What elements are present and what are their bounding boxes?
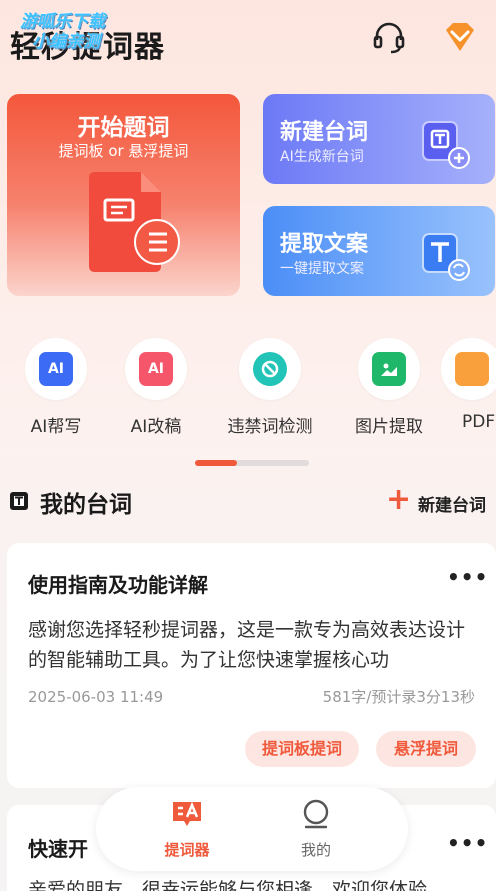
extract-card-subtitle: 一键提取文案 (280, 261, 364, 277)
script-preview: 亲爱的朋友，很幸运能够与您相逢，欢迎您体验 (28, 879, 428, 891)
script-word-count: 581字/预计录3分13秒 (322, 688, 475, 706)
tool-label: PDF (462, 412, 496, 432)
script-date: 2025-06-03 11:49 (28, 688, 164, 706)
tool-forbidden-word-check[interactable]: 违禁词检测 (215, 338, 325, 437)
new-script-card-subtitle: AI生成新台词 (280, 149, 364, 165)
diamond-icon[interactable] (440, 20, 480, 54)
forbidden-word-check-icon (253, 352, 287, 386)
text-extract-icon (422, 233, 470, 281)
nav-prompter[interactable]: 提词器 (142, 799, 232, 860)
extract-copy-card[interactable]: 提取文案 一键提取文案 (263, 206, 495, 296)
tool-label: AI改稿 (130, 417, 182, 437)
image-extract-icon (372, 352, 406, 386)
watermark: 游呱乐下载 小编亲测 (20, 12, 105, 52)
nav-prompter-label: 提词器 (164, 841, 210, 859)
script-item[interactable]: 使用指南及功能详解 ••• 感谢您选择轻秒提词器，这是一款专为高效表达设计的智能… (7, 543, 496, 788)
new-script-button[interactable]: 新建台词 (418, 491, 486, 516)
ai-write-icon: AI (39, 352, 73, 386)
more-options-icon[interactable]: ••• (447, 565, 488, 589)
section-title: 我的台词 (40, 492, 132, 518)
start-card-title: 开始题词 (77, 115, 170, 141)
plus-icon[interactable]: + (386, 485, 411, 515)
tool-label: 图片提取 (355, 417, 423, 437)
prompter-icon (173, 801, 201, 826)
tool-ai-edit[interactable]: AI AI改稿 (101, 338, 211, 437)
start-card-subtitle: 提词板 or 悬浮提词 (58, 142, 189, 160)
document-illustration-icon (89, 172, 180, 272)
new-script-card[interactable]: 新建台词 AI生成新台词 (263, 94, 495, 184)
script-list-icon (10, 492, 28, 510)
headset-icon[interactable] (371, 22, 407, 54)
new-text-icon (422, 121, 470, 169)
tool-ai-write[interactable]: AI AI帮写 (1, 338, 111, 437)
script-title: 使用指南及功能详解 (28, 573, 208, 597)
tool-pdf[interactable]: PDF (441, 338, 496, 432)
nav-mine[interactable]: 我的 (271, 799, 361, 860)
ai-edit-icon: AI (139, 352, 173, 386)
floating-prompt-button[interactable]: 悬浮提词 (376, 731, 476, 767)
pdf-icon (455, 352, 489, 386)
more-options-icon[interactable]: ••• (447, 831, 488, 855)
script-title: 快速开 (28, 837, 88, 861)
pager-active-indicator (195, 460, 237, 466)
tool-label: 违禁词检测 (227, 417, 313, 437)
tool-image-extract[interactable]: 图片提取 (334, 338, 444, 437)
extract-card-title: 提取文案 (280, 232, 369, 257)
nav-mine-label: 我的 (300, 841, 331, 859)
profile-icon (303, 799, 329, 829)
bottom-nav: 提词器 我的 (96, 787, 408, 871)
start-prompting-card[interactable]: 开始题词 提词板 or 悬浮提词 (7, 94, 240, 296)
script-preview: 感谢您选择轻秒提词器，这是一款专为高效表达设计的智能辅助工具。为了让您快速掌握核… (28, 619, 466, 671)
tool-label: AI帮写 (30, 417, 82, 437)
new-script-card-title: 新建台词 (280, 120, 369, 145)
board-prompt-button[interactable]: 提词板提词 (245, 731, 359, 767)
